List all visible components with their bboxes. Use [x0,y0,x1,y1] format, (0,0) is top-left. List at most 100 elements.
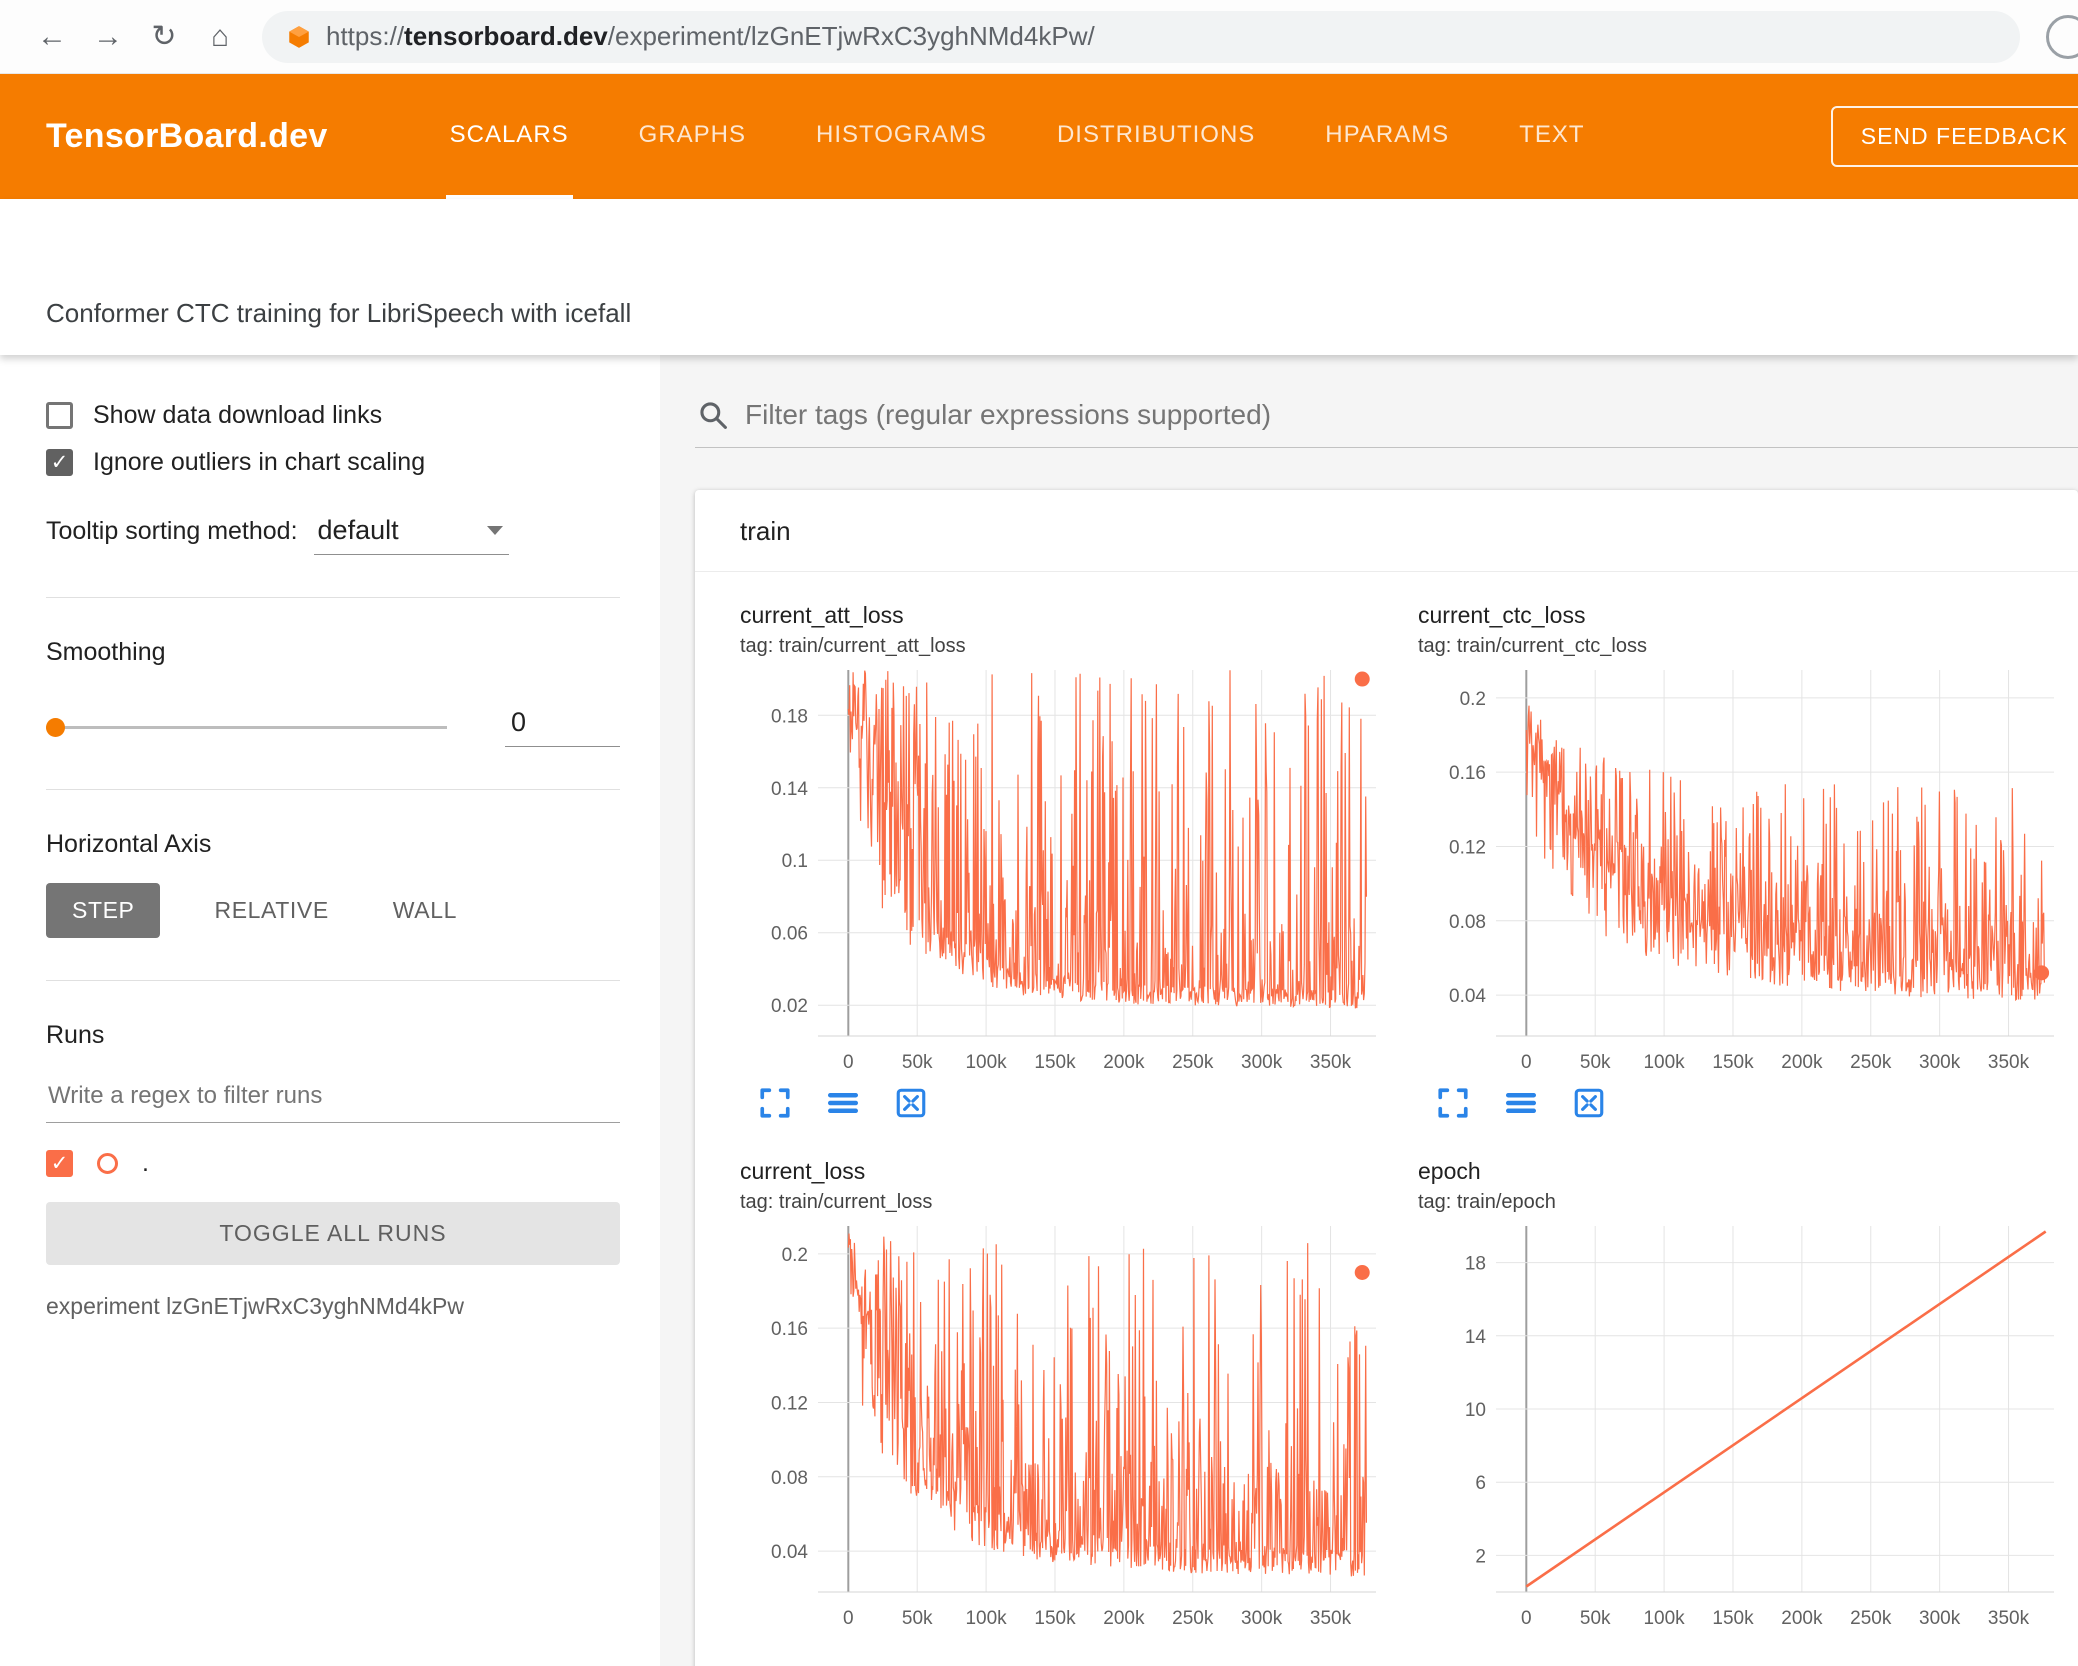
runs-menu-icon[interactable] [826,1086,860,1120]
svg-text:150k: 150k [1712,1608,1754,1629]
svg-text:0: 0 [1521,1052,1532,1073]
chart-title: current_loss [740,1158,866,1184]
browser-chrome: ← → ↻ ⌂ https://tensorboard.dev/experime… [0,0,2078,74]
back-button[interactable]: ← [24,20,80,54]
chart-tag: tag: train/current_loss [740,1191,933,1213]
axis-relative-button[interactable]: RELATIVE [204,883,338,938]
toggle-all-runs-button[interactable]: TOGGLE ALL RUNS [46,1202,620,1265]
svg-text:0.08: 0.08 [771,1468,808,1489]
smoothing-value-field[interactable]: 0 [505,707,620,747]
smoothing-slider[interactable] [46,718,447,737]
chart-epoch: epoch tag: train/epoch 0 50k 100k 150k 200k 2… [1418,1158,2068,1636]
fit-domain-icon[interactable] [894,1086,928,1120]
runs-menu-icon[interactable] [1504,1086,1538,1120]
address-bar[interactable]: https://tensorboard.dev/experiment/lzGnE… [262,10,2020,63]
svg-text:300k: 300k [1241,1608,1283,1629]
svg-text:0.02: 0.02 [771,996,808,1017]
svg-text:10: 10 [1465,1400,1486,1421]
chart-title: current_att_loss [740,602,904,628]
chart-current-att-loss: current_att_loss tag: train/current_att_… [740,602,1390,1120]
tooltip-sorting-select[interactable]: default [313,515,509,555]
svg-text:6: 6 [1475,1473,1486,1494]
chart-current-ctc-loss: current_ctc_loss tag: train/current_ctc_… [1418,602,2068,1120]
tooltip-sorting-value: default [317,515,399,545]
scalar-chart[interactable]: 0 50k 100k 150k 200k 250k 300k 350k 2 6 10 14 18 [1418,1216,2068,1636]
runs-filter-input[interactable] [46,1076,620,1123]
show-download-links-checkbox[interactable] [46,402,73,429]
chevron-down-icon [486,526,503,535]
svg-text:250k: 250k [1172,1608,1214,1629]
tensorboard-favicon [286,24,312,50]
run-checkbox[interactable]: ✓ [46,1150,73,1177]
svg-text:100k: 100k [965,1608,1007,1629]
horizontal-axis-label: Horizontal Axis [46,830,212,858]
axis-wall-button[interactable]: WALL [383,883,467,938]
show-download-links-label: Show data download links [93,401,383,429]
tab-distributions[interactable]: DISTRIBUTIONS [1053,74,1259,199]
svg-text:350k: 350k [1988,1052,2030,1073]
tab-hparams[interactable]: HPARAMS [1321,74,1453,199]
svg-text:300k: 300k [1919,1052,1961,1073]
svg-text:100k: 100k [1643,1608,1685,1629]
tab-text[interactable]: TEXT [1515,74,1588,199]
svg-text:50k: 50k [1580,1608,1611,1629]
reload-button[interactable]: ↻ [136,19,192,54]
tab-graphs[interactable]: GRAPHS [635,74,750,199]
runs-label: Runs [46,1021,105,1049]
tooltip-sorting-label: Tooltip sorting method: [46,517,298,545]
svg-text:300k: 300k [1919,1608,1961,1629]
chart-title: current_ctc_loss [1418,602,1586,628]
axis-step-button[interactable]: STEP [46,883,161,938]
horizontal-axis-buttons: STEP RELATIVE WALL [46,883,620,938]
svg-text:0: 0 [1521,1608,1532,1629]
ignore-outliers-checkbox[interactable]: ✓ [46,449,73,476]
svg-text:0.08: 0.08 [1449,912,1486,933]
ignore-outliers-row[interactable]: ✓ Ignore outliers in chart scaling [46,448,620,477]
tab-histograms[interactable]: HISTOGRAMS [812,74,991,199]
svg-text:0.16: 0.16 [1449,763,1486,784]
app-header: TensorBoard.dev SCALARS GRAPHS HISTOGRAM… [0,74,2078,199]
main-panel: Filter tags (regular expressions support… [660,355,2078,1666]
chart-tag: tag: train/epoch [1418,1191,1556,1213]
scalar-chart[interactable]: 0 50k 100k 150k 200k 250k 300k 350k 0.04 0.08 0.12… [1418,660,2068,1080]
slider-thumb[interactable] [46,718,65,737]
show-download-links-row[interactable]: Show data download links [46,401,620,430]
chart-tag: tag: train/current_ctc_loss [1418,635,1647,657]
svg-text:0.06: 0.06 [771,924,808,945]
expand-chart-icon[interactable] [758,1086,792,1120]
svg-text:350k: 350k [1310,1608,1352,1629]
svg-text:50k: 50k [902,1608,933,1629]
svg-text:50k: 50k [1580,1052,1611,1073]
chart-tag: tag: train/current_att_loss [740,635,966,657]
slider-track[interactable] [46,726,447,729]
train-card: train current_att_loss tag: train/curren… [695,490,2078,1666]
run-row[interactable]: ✓ . [46,1149,620,1178]
nav-tabs: SCALARS GRAPHS HISTOGRAMS DISTRIBUTIONS … [445,74,1589,199]
svg-text:14: 14 [1465,1327,1487,1348]
svg-text:150k: 150k [1712,1052,1754,1073]
expand-chart-icon[interactable] [1436,1086,1470,1120]
svg-text:0.2: 0.2 [782,1245,808,1266]
app-brand: TensorBoard.dev [46,117,328,155]
forward-button[interactable]: → [80,20,136,54]
svg-text:50k: 50k [902,1052,933,1073]
svg-text:0.12: 0.12 [1449,837,1486,858]
filter-tags-row[interactable]: Filter tags (regular expressions support… [695,399,2078,448]
search-icon [697,399,729,431]
scalar-chart[interactable]: 0 50k 100k 150k 200k 250k 300k 350k 0.04 0.08 0.12… [740,1216,1390,1636]
url-text: https://tensorboard.dev/experiment/lzGnE… [326,21,1095,51]
train-section-header[interactable]: train [695,490,2078,572]
tab-scalars[interactable]: SCALARS [445,74,573,199]
profile-avatar[interactable] [2046,14,2078,59]
svg-text:200k: 200k [1781,1608,1823,1629]
send-feedback-button[interactable]: SEND FEEDBACK [1830,106,2078,167]
svg-text:350k: 350k [1988,1608,2030,1629]
scalar-chart[interactable]: 0 50k 100k 150k 200k 250k 300k 350k 0.02 0.06 0.1 0… [740,660,1390,1080]
fit-domain-icon[interactable] [1572,1086,1606,1120]
experiment-strip: Conformer CTC training for LibriSpeech w… [0,199,2078,355]
svg-text:0.16: 0.16 [771,1319,808,1340]
svg-text:250k: 250k [1172,1052,1214,1073]
divider [46,980,620,981]
svg-text:350k: 350k [1310,1052,1352,1073]
home-button[interactable]: ⌂ [192,20,248,54]
